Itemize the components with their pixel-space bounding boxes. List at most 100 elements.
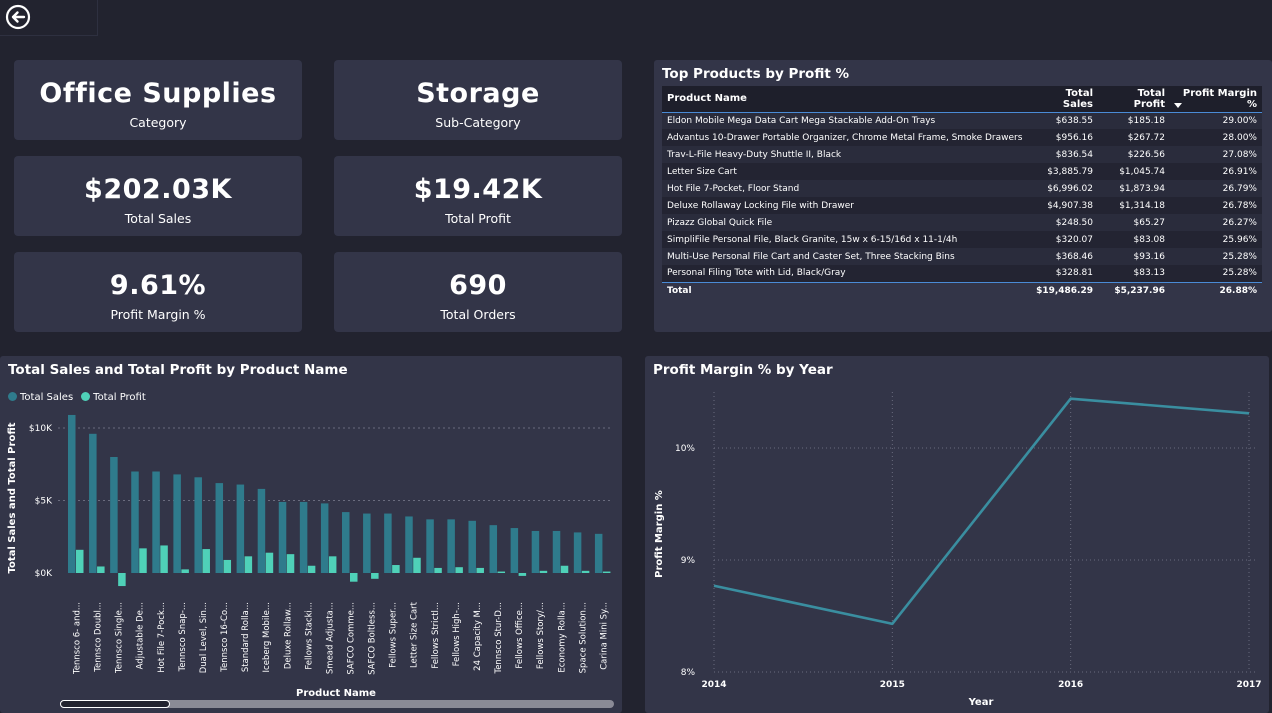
cell-total-sales: $638.55 (1031, 112, 1098, 129)
bar-total-profit[interactable] (160, 545, 168, 573)
bar-total-sales[interactable] (68, 414, 76, 573)
bar-total-profit[interactable] (434, 567, 442, 573)
table-row[interactable]: SimpliFile Personal File, Black Granite,… (662, 231, 1262, 248)
bar-total-sales[interactable] (236, 484, 245, 573)
bar-total-profit[interactable] (371, 573, 379, 579)
bar-total-profit[interactable] (76, 549, 84, 573)
bar-total-profit[interactable] (307, 565, 316, 573)
x-tick-label: Tennsco Stur-D... (494, 602, 504, 675)
bar-total-sales[interactable] (426, 519, 434, 573)
bar-total-sales[interactable] (594, 533, 603, 573)
table-row[interactable]: Advantus 10-Drawer Portable Organizer, C… (662, 129, 1262, 146)
bar-total-sales[interactable] (363, 513, 371, 573)
bar-total-profit[interactable] (392, 565, 400, 573)
x-tick-label: Tennsco Single... (115, 602, 125, 674)
cell-product-name: SimpliFile Personal File, Black Granite,… (662, 231, 1032, 248)
profit-margin-label: Profit Margin % (110, 307, 206, 322)
cell-total-sales: $320.07 (1031, 231, 1098, 248)
bar-total-profit[interactable] (518, 573, 527, 576)
table-row[interactable]: Letter Size Cart $3,885.79 $1,045.74 26.91% (662, 163, 1262, 180)
bar-total-sales[interactable] (194, 477, 202, 573)
table-row[interactable]: Hot File 7-Pocket, Floor Stand $6,996.02 $… (662, 180, 1262, 197)
bar-total-sales[interactable] (299, 501, 308, 573)
margin-by-year-panel: Profit Margin % by Year 8% 9% 10% 2014 2015 2… (645, 356, 1269, 713)
table-header-row: Product Name Total Sales Total Profit Pr… (662, 86, 1262, 113)
bar-total-profit[interactable] (539, 570, 548, 573)
bar-chart-svg: $0K $5K $10K Total Sales and Total Profit Te… (7, 414, 611, 699)
x-axis-title: Year (968, 697, 994, 708)
bar-total-sales[interactable] (489, 525, 498, 573)
bar-total-sales[interactable] (510, 528, 519, 573)
bar-total-sales[interactable] (131, 471, 139, 574)
cell-profit-margin: 29.00% (1170, 112, 1262, 129)
bar-total-profit[interactable] (413, 557, 421, 573)
cell-total-sales: $6,996.02 (1031, 180, 1098, 197)
cell-total-sales: $3,885.79 (1031, 163, 1098, 180)
bar-total-profit[interactable] (118, 573, 126, 587)
profit-margin-value: 9.61% (109, 270, 207, 301)
cell-total-profit: $93.16 (1098, 248, 1170, 265)
bar-total-sales[interactable] (384, 513, 392, 573)
table-row[interactable]: Personal Filing Tote with Lid, Black/Gra… (662, 265, 1262, 282)
bar-total-sales[interactable] (257, 488, 266, 573)
bar-total-profit[interactable] (265, 552, 274, 573)
cell-total-sales: $956.16 (1031, 129, 1098, 146)
bar-total-profit[interactable] (560, 565, 569, 573)
bar-total-profit[interactable] (350, 573, 358, 582)
bar-total-sales[interactable] (573, 532, 582, 573)
bar-total-sales[interactable] (320, 503, 329, 573)
bar-total-sales[interactable] (173, 474, 181, 573)
col-header-profit[interactable]: Total Profit (1098, 86, 1170, 113)
bar-total-profit[interactable] (602, 571, 611, 573)
bar-total-sales[interactable] (278, 501, 287, 573)
bar-total-profit[interactable] (581, 570, 590, 573)
bar-total-sales[interactable] (215, 483, 224, 573)
bar-total-sales[interactable] (447, 519, 455, 573)
bar-total-sales[interactable] (552, 530, 561, 573)
table-row[interactable]: Eldon Mobile Mega Data Cart Mega Stackab… (662, 112, 1262, 129)
total-profit-card: $19.42K Total Profit (334, 156, 622, 236)
bar-total-profit[interactable] (223, 559, 232, 573)
line-chart-svg: 8% 9% 10% 2014 2015 2016 2017 Profit Margin % Ye… (654, 392, 1262, 708)
x-tick-label: 2016 (1058, 680, 1083, 690)
table-row[interactable]: Trav-L-File Heavy-Duty Shuttle II, Black… (662, 146, 1262, 163)
profit-margin-card: 9.61% Profit Margin % (14, 252, 302, 332)
col-header-sales[interactable]: Total Sales (1031, 86, 1098, 113)
line-profit-margin[interactable] (713, 397, 1250, 626)
bar-total-sales[interactable] (531, 530, 540, 573)
cell-total-profit: $83.13 (1098, 265, 1170, 282)
bar-total-profit[interactable] (286, 554, 295, 573)
bar-total-sales[interactable] (342, 512, 350, 573)
bar-total-profit[interactable] (181, 569, 189, 573)
col-header-margin[interactable]: Profit Margin % (1170, 86, 1262, 113)
y-tick-label: $10K (29, 424, 53, 434)
table-row[interactable]: Deluxe Rollaway Locking File with Drawer… (662, 197, 1262, 214)
bar-total-sales[interactable] (110, 457, 118, 573)
cell-total-sales: $328.81 (1031, 265, 1098, 282)
table-row[interactable]: Pizazz Global Quick File $248.50 $65.27 26.… (662, 214, 1262, 231)
col-header-product[interactable]: Product Name (662, 86, 1032, 113)
bar-total-profit[interactable] (244, 556, 253, 573)
scrollbar-thumb[interactable] (60, 700, 170, 708)
bar-total-profit[interactable] (139, 548, 147, 573)
bar-total-profit[interactable] (476, 567, 484, 573)
bar-total-sales[interactable] (152, 471, 160, 574)
x-tick-label: Iceberg Mobile... (262, 602, 272, 672)
table-row[interactable]: Multi-Use Personal File Cart and Caster … (662, 248, 1262, 265)
x-tick-label: Fellows Office... (515, 602, 525, 669)
bar-total-profit[interactable] (497, 571, 506, 573)
top-products-title: Top Products by Profit % (662, 66, 850, 82)
bar-total-profit[interactable] (328, 556, 337, 573)
cell-profit-margin: 26.79% (1170, 180, 1262, 197)
bar-total-profit[interactable] (455, 567, 463, 573)
horizontal-scrollbar[interactable] (60, 700, 614, 708)
bar-total-profit[interactable] (97, 566, 105, 573)
bar-total-sales[interactable] (89, 433, 97, 573)
bar-total-sales[interactable] (468, 520, 476, 573)
bar-total-sales[interactable] (405, 516, 413, 573)
back-arrow-icon[interactable] (5, 4, 31, 30)
bar-total-profit[interactable] (202, 549, 210, 573)
total-orders-label: Total Orders (440, 307, 516, 322)
cell-product-name: Trav-L-File Heavy-Duty Shuttle II, Black (662, 146, 1032, 163)
x-tick-label: Adjustable De... (136, 602, 146, 669)
